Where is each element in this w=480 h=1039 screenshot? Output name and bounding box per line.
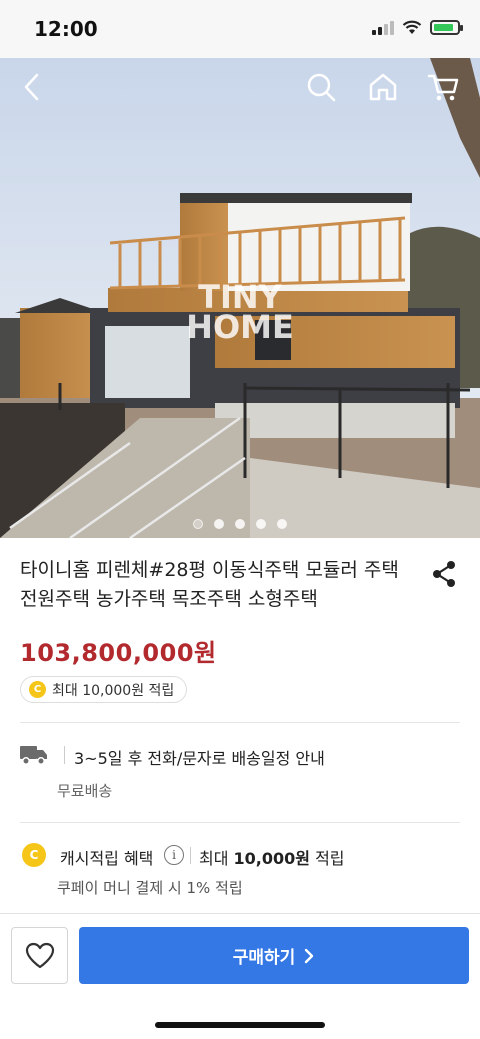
status-time: 12:00: [34, 17, 98, 41]
chevron-right-icon: [305, 948, 314, 963]
divider: [20, 722, 460, 723]
product-title: 타이니홈 피렌체#28평 이동식주택 모듈러 주택 전원주택 농가주택 목조주택…: [20, 559, 399, 610]
slide-dot[interactable]: [235, 519, 245, 529]
slide-indicator[interactable]: [0, 519, 480, 529]
separator: [190, 847, 191, 864]
cash-note: 쿠페이 머니 결제 시 1% 적립: [57, 879, 243, 897]
separator: [64, 746, 65, 764]
status-bar: 12:00: [0, 0, 480, 58]
signal-icon: [372, 20, 394, 35]
cash-max-reward: 최대 10,000원 적립: [199, 845, 345, 869]
watermark-line2: HOME: [186, 308, 294, 346]
product-image[interactable]: TINY HOME: [0, 58, 480, 538]
buy-button[interactable]: 구매하기: [79, 927, 469, 984]
home-indicator: [155, 1022, 325, 1028]
slide-dot[interactable]: [277, 519, 287, 529]
wishlist-button[interactable]: [11, 927, 68, 984]
coin-icon: C: [22, 843, 46, 867]
slide-dot[interactable]: [214, 519, 224, 529]
heart-icon: [25, 942, 54, 969]
battery-icon: [430, 20, 463, 35]
cash-max-amount: 10,000원: [233, 849, 310, 868]
shipping-fee: 무료배송: [57, 782, 113, 800]
reward-badge: C 최대 10,000원 적립: [20, 676, 188, 703]
home-icon[interactable]: [366, 70, 400, 104]
coin-icon: C: [29, 681, 46, 698]
bottom-bar: 구매하기: [0, 913, 480, 1039]
slide-dot[interactable]: [193, 519, 203, 529]
truck-icon: [20, 746, 47, 765]
cash-benefit-label: 캐시적립 혜택: [60, 849, 154, 868]
battery-level: [434, 24, 453, 31]
cash-max-prefix: 최대: [199, 849, 234, 868]
share-icon[interactable]: [428, 558, 460, 590]
delivery-schedule: 3~5일 후 전화/문자로 배송일정 안내: [74, 749, 325, 768]
info-icon[interactable]: i: [164, 845, 184, 865]
cash-max-suffix: 적립: [310, 849, 345, 868]
wifi-icon: [402, 20, 422, 34]
search-icon[interactable]: [304, 70, 338, 104]
slide-dot[interactable]: [256, 519, 266, 529]
buy-button-label: 구매하기: [232, 948, 296, 968]
cart-icon[interactable]: [426, 70, 460, 104]
divider: [20, 822, 460, 823]
product-price: 103,800,000원: [20, 639, 217, 667]
status-icons: [372, 20, 463, 35]
reward-text: 최대 10,000원 적립: [52, 682, 175, 699]
back-icon[interactable]: [16, 70, 50, 104]
